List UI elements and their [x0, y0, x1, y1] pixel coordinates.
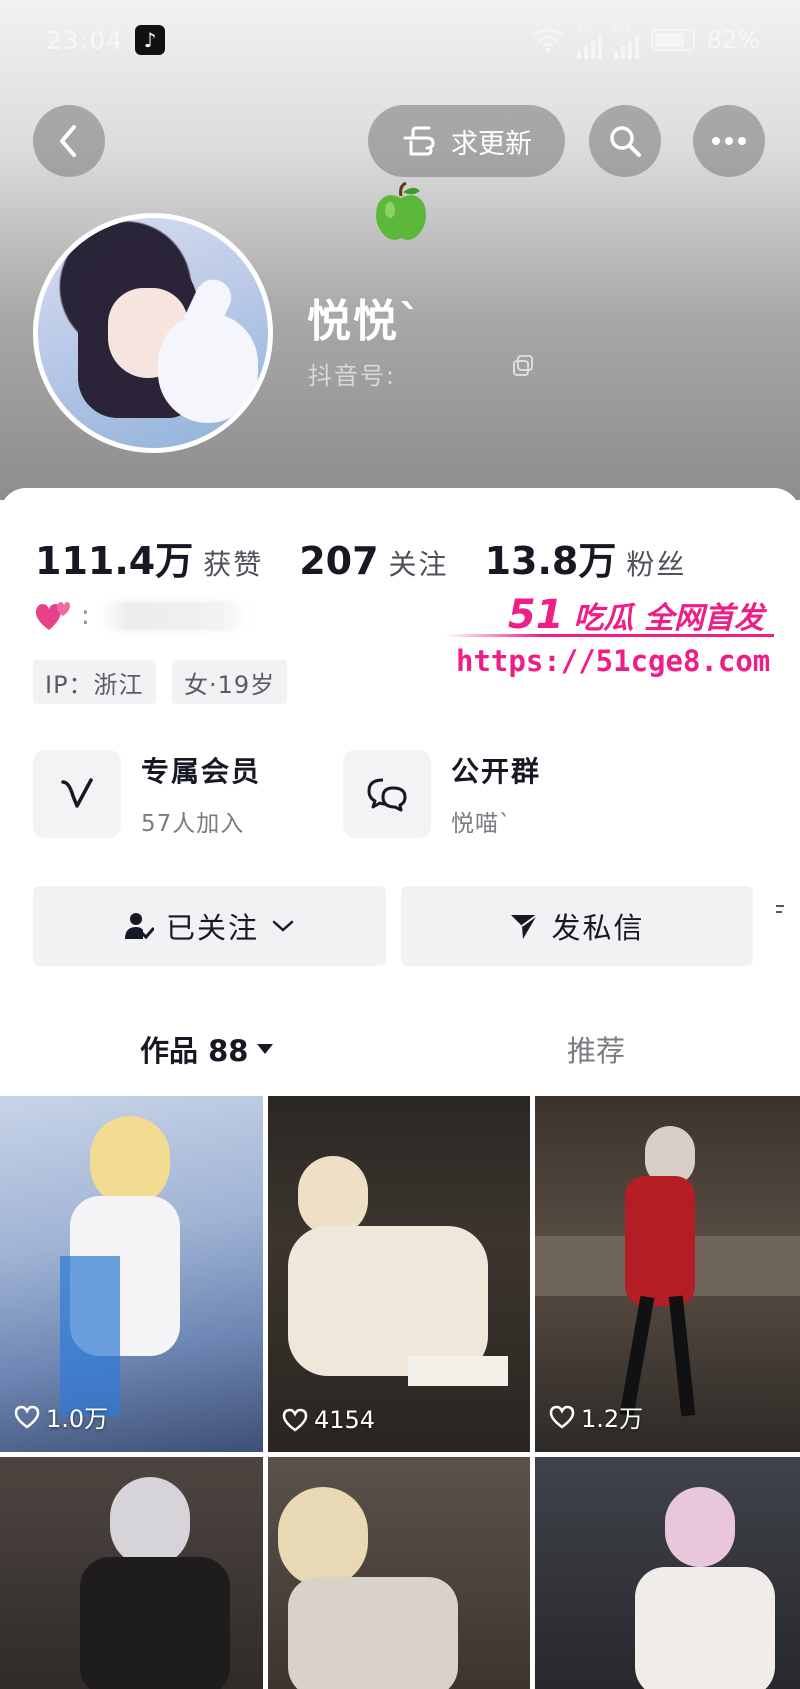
- followers-count[interactable]: 13.8万: [485, 530, 617, 585]
- status-time: 23:04: [46, 25, 124, 55]
- group-title: 公开群: [451, 755, 542, 788]
- status-bar: 23:04 ♪ 5G 5G 82%: [0, 0, 800, 80]
- following-count[interactable]: 207: [299, 539, 378, 583]
- signal-2: 5G: [613, 22, 639, 59]
- signal-1: 5G: [576, 22, 602, 59]
- content-tabs: 作品 88 推荐: [0, 1010, 800, 1090]
- followers-label[interactable]: 粉丝: [626, 543, 686, 583]
- group-subtitle: 悦喵`: [451, 811, 512, 837]
- signal-bars-icon: [576, 33, 602, 59]
- exclusive-membership-entry[interactable]: 专属会员 57人加入: [33, 750, 261, 838]
- more-button[interactable]: [693, 105, 765, 177]
- tab-works-label: 作品 88: [140, 1034, 249, 1068]
- tab-recommend[interactable]: 推荐: [567, 1028, 625, 1070]
- following-button[interactable]: 已关注: [33, 886, 386, 966]
- following-button-label: 已关注: [165, 911, 259, 945]
- battery-percent: 82%: [706, 26, 760, 54]
- membership-subtitle: 57人加入: [141, 811, 245, 837]
- green-apple-icon: [376, 182, 426, 240]
- ip-location-tag: IP：浙江: [33, 660, 156, 704]
- two-hearts-icon: [35, 602, 70, 630]
- likes-label: 获赞: [203, 548, 264, 581]
- video-thumbnail[interactable]: [0, 1457, 263, 1689]
- v-icon: [61, 778, 93, 808]
- signal-bars-icon: [613, 33, 639, 59]
- video-thumbnail[interactable]: [268, 1457, 530, 1689]
- paper-plane-icon: [511, 914, 539, 939]
- profile-stats: 111.4万 获赞 207 关注 13.8万 粉丝: [35, 530, 686, 585]
- avatar[interactable]: [33, 213, 273, 453]
- chevron-down-icon: [272, 920, 294, 932]
- request-update-label: 求更新: [451, 128, 532, 160]
- heart-outline-icon: [14, 1405, 40, 1429]
- like-count: 4154: [282, 1406, 375, 1434]
- gender-age-tag: 女·19岁: [172, 660, 288, 704]
- bio-row: :: [33, 600, 250, 632]
- tab-recommend-label: 推荐: [567, 1034, 626, 1068]
- video-thumbnail[interactable]: [535, 1457, 800, 1689]
- tiktok-notification-icon: ♪: [135, 25, 166, 55]
- membership-title: 专属会员: [141, 755, 262, 788]
- bio-separator: :: [81, 601, 90, 631]
- like-count: 1.2万: [549, 1399, 643, 1434]
- hand-pointer-icon: [403, 126, 435, 156]
- search-icon: [610, 126, 641, 157]
- copy-icon[interactable]: [511, 354, 535, 378]
- back-button[interactable]: [33, 105, 105, 177]
- watermark: 51 吃瓜 全网首发 https://51cge8.com: [444, 592, 774, 692]
- tab-works[interactable]: 作品 88: [140, 1028, 274, 1070]
- heart-outline-icon: [549, 1405, 575, 1429]
- video-thumbnail[interactable]: 1.2万: [535, 1096, 800, 1452]
- video-thumbnail[interactable]: 4154: [268, 1096, 530, 1452]
- likes-count: 111.4万: [35, 539, 194, 583]
- overflow-hint-icon: [776, 905, 784, 913]
- douyin-id-label: 抖音号:: [308, 362, 397, 390]
- watermark-brand-number: 51: [507, 592, 564, 638]
- following-label[interactable]: 关注: [389, 543, 449, 583]
- caret-down-icon: [257, 1044, 274, 1054]
- public-group-entry[interactable]: 公开群 悦喵`: [343, 750, 541, 838]
- user-check-icon: [124, 913, 154, 940]
- send-message-label: 发私信: [551, 911, 645, 945]
- chevron-left-icon: [60, 125, 76, 157]
- request-update-button[interactable]: 求更新: [368, 105, 565, 177]
- profile-nickname: 悦悦`: [307, 296, 423, 347]
- heart-outline-icon: [282, 1408, 308, 1432]
- wifi-icon: [531, 28, 564, 53]
- group-chat-icon: [367, 778, 407, 812]
- battery-icon: [650, 29, 695, 51]
- watermark-brand-text: 吃瓜 全网首发: [573, 601, 764, 636]
- bio-text-blurred: [99, 601, 250, 631]
- send-message-button[interactable]: 发私信: [401, 886, 753, 966]
- more-horizontal-icon: [712, 137, 746, 145]
- watermark-url: https://51cge8.com: [456, 644, 771, 678]
- video-thumbnail[interactable]: 1.0万: [0, 1096, 263, 1452]
- like-count: 1.0万: [14, 1399, 108, 1434]
- search-button[interactable]: [589, 105, 661, 177]
